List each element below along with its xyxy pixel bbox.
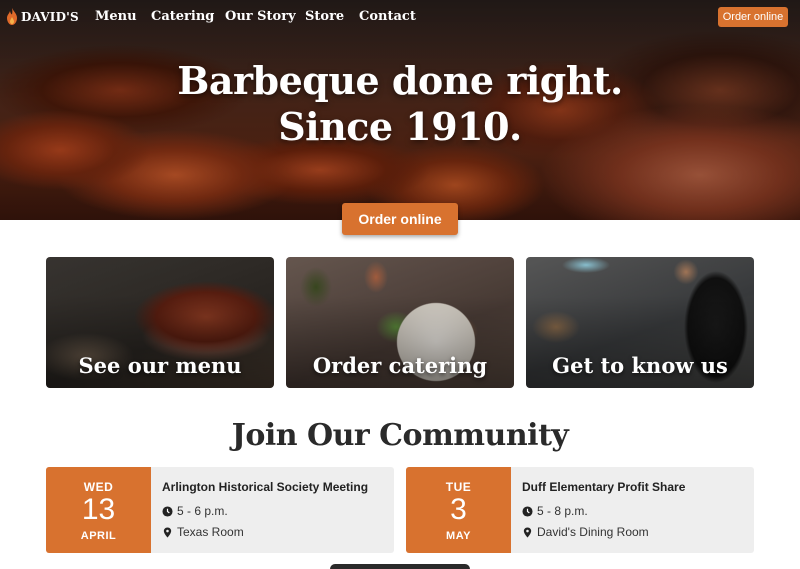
catering-card-label: Order catering xyxy=(312,353,488,378)
hero-order-online-button[interactable]: Order online xyxy=(342,203,458,235)
top-nav: DAVID'S Menu Catering Our Story Store Co… xyxy=(0,0,800,34)
event-month: MAY xyxy=(446,530,471,542)
catering-card[interactable]: Order catering xyxy=(286,257,514,388)
menu-card[interactable]: See our menu xyxy=(46,257,274,388)
event-title: Arlington Historical Society Meeting xyxy=(162,480,369,494)
event-location: Texas Room xyxy=(162,525,244,539)
nav-menu-link[interactable]: Menu xyxy=(95,9,137,24)
event-time: 5 - 8 p.m. xyxy=(522,504,588,518)
about-card[interactable]: Get to know us xyxy=(526,257,754,388)
event-day: 13 xyxy=(81,493,116,526)
nav-store-link[interactable]: Store xyxy=(305,9,344,24)
hero-title-line1: Barbeque done right. xyxy=(177,58,623,103)
event-card[interactable]: TUE 3 MAY Duff Elementary Profit Share 5… xyxy=(406,467,754,553)
event-date-badge: TUE 3 MAY xyxy=(406,467,511,553)
clock-icon xyxy=(522,505,533,517)
event-location: David's Dining Room xyxy=(522,525,649,539)
event-time-text: 5 - 6 p.m. xyxy=(177,504,228,518)
event-title: Duff Elementary Profit Share xyxy=(522,480,686,494)
nav-catering-link[interactable]: Catering xyxy=(151,9,214,24)
nav-contact-link[interactable]: Contact xyxy=(359,9,416,24)
event-weekday: TUE xyxy=(445,480,472,494)
map-pin-icon xyxy=(523,526,532,538)
about-card-label: Get to know us xyxy=(552,353,728,378)
flame-icon xyxy=(7,8,17,25)
nav-our-story-link[interactable]: Our Story xyxy=(225,9,296,24)
event-time-text: 5 - 8 p.m. xyxy=(537,504,588,518)
event-location-text: Texas Room xyxy=(177,525,244,539)
community-title: Join Our Community xyxy=(231,418,569,453)
event-card[interactable]: WED 13 APRIL Arlington Historical Societ… xyxy=(46,467,394,553)
nav-order-online-button[interactable]: Order online xyxy=(718,7,788,27)
brand-name: DAVID'S xyxy=(21,9,79,24)
map-pin-icon xyxy=(163,526,172,538)
menu-card-label: See our menu xyxy=(78,353,242,378)
event-location-text: David's Dining Room xyxy=(537,525,649,539)
event-time: 5 - 6 p.m. xyxy=(162,504,228,518)
hero-title-line2: Since 1910. xyxy=(278,104,522,149)
event-date-badge: WED 13 APRIL xyxy=(46,467,151,553)
clock-icon xyxy=(162,505,173,517)
event-month: APRIL xyxy=(80,530,117,542)
brand-logo[interactable]: DAVID'S xyxy=(6,8,79,25)
next-section-button-peek xyxy=(330,564,470,569)
event-day: 3 xyxy=(450,493,467,526)
event-weekday: WED xyxy=(83,480,114,494)
